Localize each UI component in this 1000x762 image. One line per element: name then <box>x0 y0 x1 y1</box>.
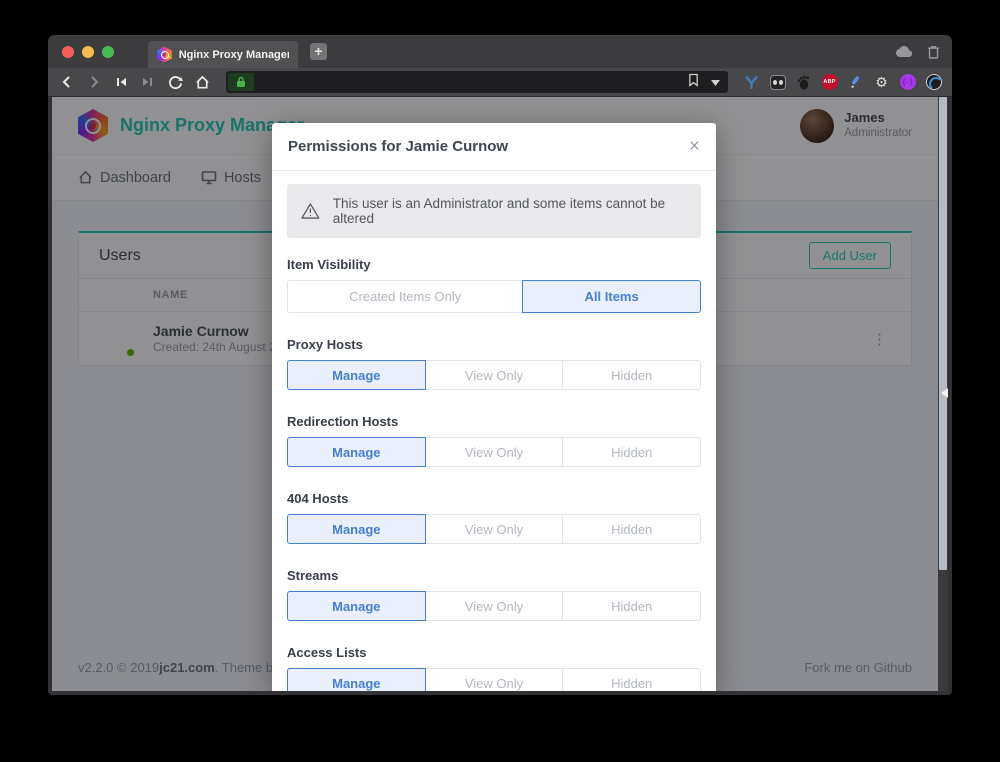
web-viewport: Nginx Proxy Manager James Administrator … <box>52 97 948 691</box>
home-icon[interactable] <box>193 73 211 91</box>
permission-options: ManageView OnlyHidden <box>287 668 701 691</box>
option-view-only[interactable]: View Only <box>425 514 564 544</box>
permission-section-label: Redirection Hosts <box>287 414 701 429</box>
warning-triangle-icon <box>301 202 320 220</box>
visibility-options: Created Items OnlyAll Items <box>287 280 701 313</box>
permission-section: Streams ManageView OnlyHidden <box>287 568 701 621</box>
mask-extension-icon[interactable] <box>769 74 786 91</box>
option-hidden[interactable]: Hidden <box>562 668 701 691</box>
adblock-plus-icon[interactable]: ABP <box>821 74 838 91</box>
permissions-modal: Permissions for Jamie Curnow × This user… <box>272 123 716 691</box>
modal-title: Permissions for Jamie Curnow <box>288 138 508 155</box>
browser-window: Nginx Proxy Manager + <box>48 35 952 695</box>
permission-section: Proxy Hosts ManageView OnlyHidden <box>287 337 701 390</box>
permission-sections: Proxy Hosts ManageView OnlyHidden Redire… <box>287 337 701 691</box>
rewind-icon[interactable] <box>112 73 130 91</box>
address-bar[interactable] <box>226 71 728 93</box>
option-hidden[interactable]: Hidden <box>562 437 701 467</box>
option-hidden[interactable]: Hidden <box>562 514 701 544</box>
option-view-only[interactable]: View Only <box>425 437 564 467</box>
new-tab-button[interactable]: + <box>310 43 327 60</box>
scrollbar-thumb[interactable] <box>939 97 947 570</box>
option-created-items-only[interactable]: Created Items Only <box>287 280 523 313</box>
privacy-extension-icon[interactable] <box>925 74 942 91</box>
back-icon[interactable] <box>58 73 76 91</box>
reload-icon[interactable] <box>166 73 184 91</box>
bookmark-icon[interactable] <box>688 73 699 92</box>
fast-forward-icon[interactable] <box>139 73 157 91</box>
close-window-button[interactable] <box>62 46 74 58</box>
permission-options: ManageView OnlyHidden <box>287 514 701 544</box>
option-view-only[interactable]: View Only <box>425 591 564 621</box>
browser-tab-bar: Nginx Proxy Manager + <box>48 35 952 68</box>
option-view-only[interactable]: View Only <box>425 360 564 390</box>
admin-warning-text: This user is an Administrator and some i… <box>333 196 687 226</box>
purple-bot-extension-icon[interactable]: {··} <box>899 74 916 91</box>
option-hidden[interactable]: Hidden <box>562 360 701 390</box>
admin-warning-alert: This user is an Administrator and some i… <box>287 184 701 238</box>
permission-options: ManageView OnlyHidden <box>287 437 701 467</box>
browser-toolbar: ABP ⚙ {··} <box>48 68 952 97</box>
forward-icon[interactable] <box>85 73 103 91</box>
trash-icon[interactable] <box>927 45 940 59</box>
bookmark-dropdown-icon[interactable] <box>711 73 720 91</box>
option-manage[interactable]: Manage <box>287 360 426 390</box>
permission-section-label: 404 Hosts <box>287 491 701 506</box>
option-view-only[interactable]: View Only <box>425 668 564 691</box>
maximize-window-button[interactable] <box>102 46 114 58</box>
tab-favicon-icon <box>157 47 172 63</box>
permission-section-label: Proxy Hosts <box>287 337 701 352</box>
permission-section-label: Streams <box>287 568 701 583</box>
permission-section-label: Access Lists <box>287 645 701 660</box>
sync-cloud-icon[interactable] <box>895 46 913 58</box>
permission-section: 404 Hosts ManageView OnlyHidden <box>287 491 701 544</box>
permission-section: Access Lists ManageView OnlyHidden <box>287 645 701 691</box>
browser-tab[interactable]: Nginx Proxy Manager <box>148 41 298 68</box>
desktop-background: Nginx Proxy Manager + <box>0 0 1000 762</box>
gnome-foot-extension-icon[interactable] <box>795 74 812 91</box>
tab-title: Nginx Proxy Manager <box>179 49 289 61</box>
option-all-items[interactable]: All Items <box>522 280 701 313</box>
modal-header: Permissions for Jamie Curnow × <box>272 123 716 171</box>
permission-section: Redirection Hosts ManageView OnlyHidden <box>287 414 701 467</box>
settings-extension-icon[interactable]: ⚙ <box>873 74 890 91</box>
modal-body: This user is an Administrator and some i… <box>272 171 716 691</box>
permission-options: ManageView OnlyHidden <box>287 591 701 621</box>
option-manage[interactable]: Manage <box>287 437 426 467</box>
option-manage[interactable]: Manage <box>287 668 426 691</box>
option-manage[interactable]: Manage <box>287 514 426 544</box>
minimize-window-button[interactable] <box>82 46 94 58</box>
ssl-lock-icon[interactable] <box>228 73 254 91</box>
close-icon[interactable]: × <box>689 140 700 154</box>
pen-extension-icon[interactable] <box>847 74 864 91</box>
proxy-switch-extension-icon[interactable] <box>743 74 760 91</box>
item-visibility-label: Item Visibility <box>287 257 701 272</box>
panel-toggle-icon[interactable] <box>941 388 948 398</box>
option-manage[interactable]: Manage <box>287 591 426 621</box>
option-hidden[interactable]: Hidden <box>562 591 701 621</box>
permission-options: ManageView OnlyHidden <box>287 360 701 390</box>
